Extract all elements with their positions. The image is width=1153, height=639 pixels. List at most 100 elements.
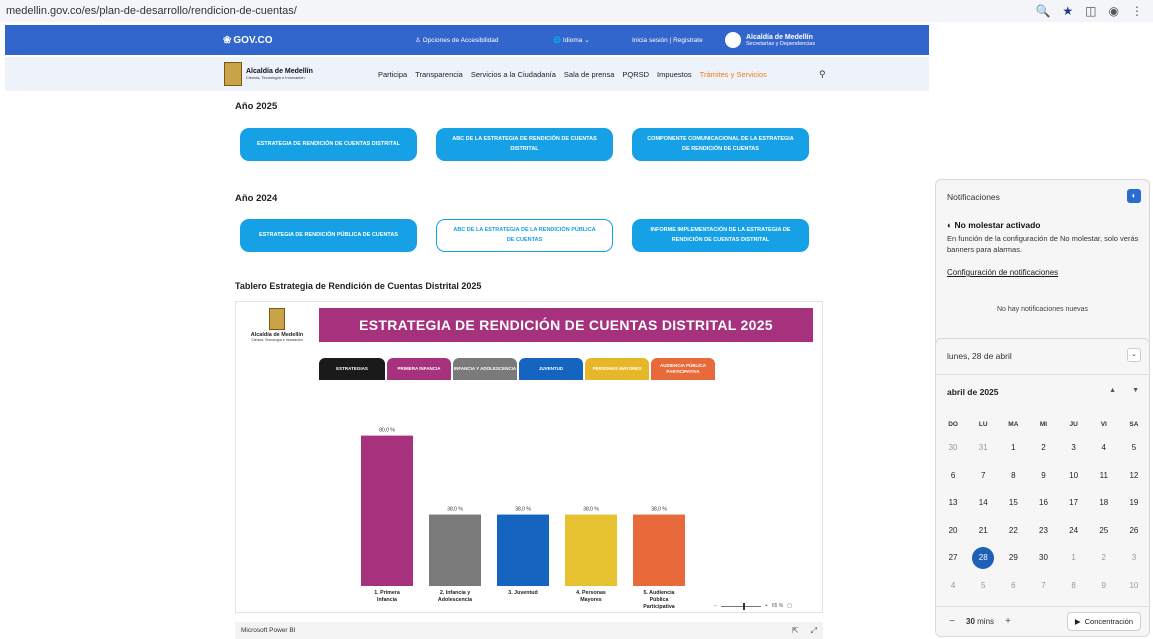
calendar-day[interactable]: 27 [938,544,968,572]
accessibility-options[interactable]: ♙ Opciones de Accesibilidad [415,36,499,44]
focus-button[interactable]: ▶ Concentración [1066,612,1141,631]
govco-icon: ❀ [223,34,232,46]
brand-title: Alcaldía de Medellín [246,68,313,75]
dnd-title-text: No molestar activado [954,220,1041,230]
decrease-minutes-button[interactable]: − [944,616,960,627]
calendar-day[interactable]: 23 [1028,517,1058,545]
calendar-day[interactable]: 16 [1028,489,1058,517]
calendar-day[interactable]: 14 [968,489,998,517]
calendar-day[interactable]: 13 [938,489,968,517]
calendar-day[interactable]: 1 [1059,544,1089,572]
increase-minutes-button[interactable]: + [1000,616,1016,627]
next-month-icon[interactable]: ▼ [1132,387,1139,394]
calendar-day[interactable]: 30 [1028,544,1058,572]
nav-impuestos[interactable]: Impuestos [657,70,692,79]
calendar-day[interactable]: 4 [1089,434,1119,462]
calendar-day[interactable]: 22 [998,517,1028,545]
chevron-down-icon[interactable]: ⌄ [1127,348,1141,362]
bar-4[interactable] [565,514,617,586]
nav-participa[interactable]: Participa [378,70,407,79]
calendar-day[interactable]: 6 [938,462,968,490]
bar-value-label: 38,0 % [447,507,463,513]
site-brand[interactable]: Alcaldía de Medellín Ciencia, Tecnología… [224,62,313,86]
zoom-control[interactable]: − + 65 % ▢ [714,602,792,610]
calendar-day[interactable]: 4 [938,572,968,600]
notification-settings-link[interactable]: Configuración de notificaciones [947,268,1058,277]
calendar-day[interactable]: 12 [1119,462,1149,490]
zoom-in-icon[interactable]: + [765,603,768,609]
calendar-day[interactable]: 3 [1059,434,1089,462]
calendar-day[interactable]: 2 [1028,434,1058,462]
govco-label: GOV.CO [233,34,273,46]
calendar-day[interactable]: 18 [1089,489,1119,517]
calendar-day[interactable]: 20 [938,517,968,545]
calendar-day[interactable]: 31 [968,434,998,462]
login-register-link[interactable]: Inicia sesión | Registrate [632,37,703,44]
calendar-day[interactable]: 29 [998,544,1028,572]
calendar-day[interactable]: 15 [998,489,1028,517]
calendar-day[interactable]: 19 [1119,489,1149,517]
previous-month-icon[interactable]: ▲ [1109,387,1116,394]
calendar-month[interactable]: abril de 2025 [947,387,999,397]
calendar-day[interactable]: 1 [998,434,1028,462]
alcaldia-dependencias-menu[interactable]: Alcaldía de Medellín Secretarías y Depen… [725,32,815,48]
menu-icon[interactable]: ⋮ [1131,4,1143,18]
calendar-day[interactable]: 8 [1059,572,1089,600]
btn-informe-implementacion-2024[interactable]: INFORME IMPLEMENTACIÓN DE LA ESTRATEGIA … [632,219,809,252]
calendar-day[interactable]: 7 [1028,572,1058,600]
bar-2[interactable] [429,514,481,586]
btn-abc-estrategia-2025[interactable]: ABC DE LA ESTRATEGIA DE RENDICIÓN DE CUE… [436,128,613,161]
calendar-day[interactable]: 24 [1059,517,1089,545]
calendar-day[interactable]: 3 [1119,544,1149,572]
fit-page-icon[interactable]: ▢ [787,603,792,609]
btn-estrategia-rendicion-publica-2024[interactable]: ESTRATEGIA DE RENDICIÓN PÚBLICA DE CUENT… [240,219,417,252]
calendar-day[interactable]: 10 [1119,572,1149,600]
extensions-icon[interactable]: ◫ [1085,4,1096,18]
calendar-day[interactable]: 25 [1089,517,1119,545]
url-field[interactable]: medellin.gov.co/es/plan-de-desarrollo/re… [6,5,1035,17]
accessibility-label: Opciones de Accesibilidad [422,37,499,44]
bar-5[interactable] [633,514,685,586]
calendar-day-today[interactable]: 28 [968,544,998,572]
zoom-slider[interactable] [720,602,761,610]
calendar-day[interactable]: 2 [1089,544,1119,572]
btn-componente-comunicacional-2025[interactable]: COMPONENTE COMUNICACIONAL DE LA ESTRATEG… [632,128,809,161]
star-icon[interactable]: ★ [1062,4,1073,18]
zoom-icon[interactable]: 🔍 [1035,4,1050,18]
dnd-toggle-icon[interactable]: ◐ [1127,189,1141,203]
calendar-day[interactable]: 5 [968,572,998,600]
zoom-slider-handle[interactable] [742,602,745,610]
profile-icon[interactable]: ◉ [1109,4,1119,18]
calendar-day[interactable]: 11 [1089,462,1119,490]
calendar-day[interactable]: 17 [1059,489,1089,517]
share-icon[interactable]: ⇱ [792,626,799,636]
nav-transparencia[interactable]: Transparencia [415,70,463,79]
bar-3[interactable] [497,514,549,586]
calendar-day[interactable]: 8 [998,462,1028,490]
medellin-crest-icon [224,62,242,86]
calendar-day[interactable]: 10 [1059,462,1089,490]
calendar-day[interactable]: 6 [998,572,1028,600]
calendar-day[interactable]: 30 [938,434,968,462]
calendar-day[interactable]: 26 [1119,517,1149,545]
bar-1[interactable] [361,435,413,586]
calendar-day[interactable]: 7 [968,462,998,490]
main-menu: Participa Transparencia Servicios a la C… [378,70,767,79]
powerbi-report[interactable]: Alcaldía de Medellín Ciencia, Tecnología… [235,301,823,613]
search-icon[interactable]: ⚲ [819,69,826,80]
nav-servicios-ciudadania[interactable]: Servicios a la Ciudadanía [471,70,556,79]
calendar-day[interactable]: 5 [1119,434,1149,462]
powerbi-link[interactable]: Microsoft Power BI [241,627,296,634]
nav-sala-prensa[interactable]: Sala de prensa [564,70,614,79]
fullscreen-icon[interactable]: ⤢ [811,626,817,636]
calendar-day[interactable]: 21 [968,517,998,545]
btn-estrategia-rendicion-2025[interactable]: ESTRATEGIA DE RENDICIÓN DE CUENTAS DISTR… [240,128,417,161]
zoom-out-icon[interactable]: − [714,603,717,609]
nav-pqrsd[interactable]: PQRSD [622,70,649,79]
language-selector[interactable]: 🌐 Idioma ⌄ [553,36,590,44]
calendar-day[interactable]: 9 [1028,462,1058,490]
govco-logo[interactable]: ❀ GOV.CO [223,35,273,46]
nav-tramites-servicios[interactable]: Trámites y Servicios [700,70,767,79]
btn-abc-estrategia-2024[interactable]: ABC DE LA ESTRATEGIA DE LA RENDICIÓN PÚB… [436,219,613,252]
calendar-day[interactable]: 9 [1089,572,1119,600]
